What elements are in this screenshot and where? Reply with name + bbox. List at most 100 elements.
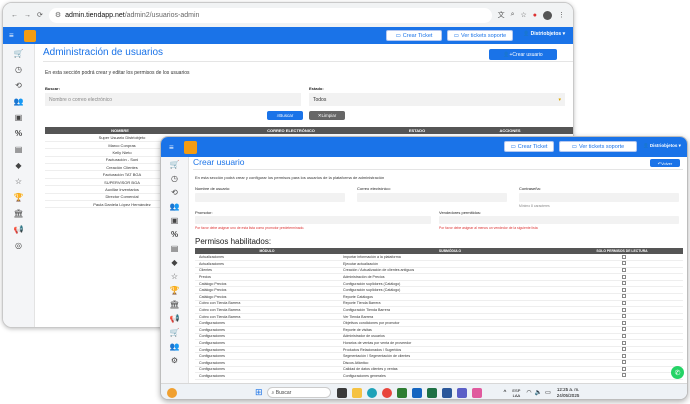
crear-ticket-button[interactable]: ▭ Crear Ticket xyxy=(386,30,442,41)
read-only-checkbox[interactable] xyxy=(622,366,626,371)
buscar-button[interactable]: ⌕ Buscar xyxy=(267,111,303,120)
users-icon[interactable]: 👥 xyxy=(14,98,24,106)
diamond-icon[interactable]: ◆ xyxy=(171,259,177,267)
profile-avatar[interactable] xyxy=(543,10,552,20)
forward-arrow-icon[interactable]: → xyxy=(24,12,31,19)
percent-icon[interactable]: % xyxy=(171,231,178,239)
cart-icon[interactable]: 🛒 xyxy=(14,50,24,58)
cart-icon[interactable]: 🛒 xyxy=(170,161,180,169)
vendedores-select[interactable] xyxy=(439,216,679,224)
wifi-icon[interactable]: ◠ xyxy=(526,389,531,396)
megaphone-icon[interactable]: 📢 xyxy=(14,226,24,234)
translate-icon[interactable]: 文 xyxy=(498,10,505,20)
star-icon[interactable]: ☆ xyxy=(171,273,178,281)
users-icon[interactable]: 👥 xyxy=(170,203,180,211)
site-info-icon[interactable]: ⚙ xyxy=(55,11,61,19)
nombre-input[interactable] xyxy=(195,193,345,202)
read-only-checkbox[interactable] xyxy=(622,327,626,332)
estado-select[interactable]: Todos ▾ xyxy=(309,93,565,106)
bank-icon[interactable]: 🏛 xyxy=(169,301,179,309)
bookmark-star-icon[interactable]: ☆ xyxy=(520,11,526,19)
read-only-checkbox[interactable] xyxy=(622,340,626,345)
read-only-checkbox[interactable] xyxy=(622,347,626,352)
address-bar[interactable]: ⚙ admin.tiendapp.net/admin2/usuarios-adm… xyxy=(48,7,492,23)
teams-icon[interactable] xyxy=(456,387,467,398)
clock-icon[interactable]: ◷ xyxy=(15,66,22,74)
read-only-checkbox[interactable] xyxy=(622,307,626,312)
sync-icon[interactable]: ⟲ xyxy=(171,189,178,197)
zoom-icon[interactable]: ⌕ xyxy=(511,11,515,19)
read-only-checkbox[interactable] xyxy=(622,314,626,319)
read-only-checkbox[interactable] xyxy=(622,353,626,358)
extension-icon[interactable]: ● xyxy=(533,12,537,19)
read-only-checkbox[interactable] xyxy=(622,360,626,365)
task-view-icon[interactable] xyxy=(336,387,347,398)
user-menu-front[interactable]: 👤 Distriobjetos ▾ xyxy=(643,143,681,149)
windows-start-icon[interactable]: ⊞ xyxy=(255,387,263,398)
correo-input[interactable] xyxy=(357,193,507,202)
sync-icon[interactable]: ⟲ xyxy=(15,82,22,90)
box-icon[interactable]: ▣ xyxy=(171,217,179,225)
promotor-select[interactable] xyxy=(195,216,431,224)
cart-icon-2[interactable]: 🛒 xyxy=(170,329,180,337)
chrome-icon[interactable] xyxy=(381,387,392,398)
permission-row: Configuraciones Reporte de visitas xyxy=(195,326,683,334)
file-explorer-icon[interactable] xyxy=(351,387,362,398)
user-menu[interactable]: 👤 Distriobjetos ▾ xyxy=(523,31,565,37)
menu-toggle-icon[interactable]: ≡ xyxy=(169,143,174,152)
weather-icon[interactable] xyxy=(167,387,177,398)
excel-icon[interactable] xyxy=(426,387,437,398)
store-icon[interactable] xyxy=(396,387,407,398)
read-only-checkbox[interactable] xyxy=(622,281,626,286)
buscar-input[interactable]: Nombre o correo electrónico xyxy=(45,93,301,106)
read-only-checkbox[interactable] xyxy=(622,261,626,266)
read-only-checkbox[interactable] xyxy=(622,254,626,259)
megaphone-icon[interactable]: 📢 xyxy=(170,315,180,323)
edge-icon[interactable] xyxy=(366,387,377,398)
read-only-checkbox[interactable] xyxy=(622,333,626,338)
card-icon[interactable]: ▤ xyxy=(171,245,179,253)
read-only-checkbox[interactable] xyxy=(622,373,626,378)
bank-icon[interactable]: 🏛 xyxy=(13,210,23,218)
crear-usuario-button[interactable]: 👤+ Crear usuario xyxy=(489,49,557,60)
read-only-checkbox[interactable] xyxy=(622,320,626,325)
limpiar-button[interactable]: ✕ Limpiar xyxy=(309,111,345,120)
volume-icon[interactable]: 🔈 xyxy=(535,389,542,396)
clock[interactable]: 12:25 a. m. 24/05/2025 xyxy=(557,387,580,398)
star-icon[interactable]: ☆ xyxy=(15,178,22,186)
gear-icon[interactable]: ⚙ xyxy=(171,357,178,365)
clock-icon[interactable]: ◷ xyxy=(171,175,178,183)
mail-icon[interactable] xyxy=(411,387,422,398)
permission-row: Catálogo Precios Configuración suplidores… xyxy=(195,280,683,288)
reload-icon[interactable]: ⟳ xyxy=(37,11,43,19)
word-icon[interactable] xyxy=(441,387,452,398)
back-arrow-icon[interactable]: ← xyxy=(11,12,18,19)
read-only-checkbox[interactable] xyxy=(622,287,626,292)
contrasena-input[interactable] xyxy=(519,193,679,202)
battery-icon[interactable]: ▭ xyxy=(545,389,551,396)
menu-toggle-icon[interactable]: ≡ xyxy=(9,31,14,40)
users-icon-2[interactable]: 👥 xyxy=(170,343,180,351)
tray-chevron-icon[interactable]: ^ xyxy=(504,390,507,396)
trophy-icon[interactable]: 🏆 xyxy=(14,194,24,202)
read-only-checkbox[interactable] xyxy=(622,274,626,279)
lectura-cell xyxy=(561,333,683,341)
ver-tickets-button-front[interactable]: ▭ Ver tickets soporte xyxy=(559,141,637,152)
card-icon[interactable]: ▤ xyxy=(15,146,23,154)
photos-icon[interactable] xyxy=(471,387,482,398)
read-only-checkbox[interactable] xyxy=(622,267,626,272)
volver-button[interactable]: ↶ Volver xyxy=(650,159,680,167)
whatsapp-float-icon[interactable]: ✆ xyxy=(671,366,684,379)
ver-tickets-button[interactable]: ▭ Ver tickets soporte xyxy=(447,30,513,41)
language-indicator[interactable]: ESP LAA xyxy=(512,388,520,398)
read-only-checkbox[interactable] xyxy=(622,300,626,305)
percent-icon[interactable]: % xyxy=(15,130,22,138)
menu-dots-icon[interactable]: ⋮ xyxy=(558,11,565,19)
trophy-icon[interactable]: 🏆 xyxy=(170,287,180,295)
taskbar-search[interactable]: ⌕ Buscar xyxy=(266,387,331,398)
box-icon[interactable]: ▣ xyxy=(15,114,23,122)
diamond-icon[interactable]: ◆ xyxy=(15,162,21,170)
crear-ticket-button-front[interactable]: ▭ Crear Ticket xyxy=(504,141,554,152)
whatsapp-icon[interactable]: ◎ xyxy=(15,242,22,250)
read-only-checkbox[interactable] xyxy=(622,294,626,299)
